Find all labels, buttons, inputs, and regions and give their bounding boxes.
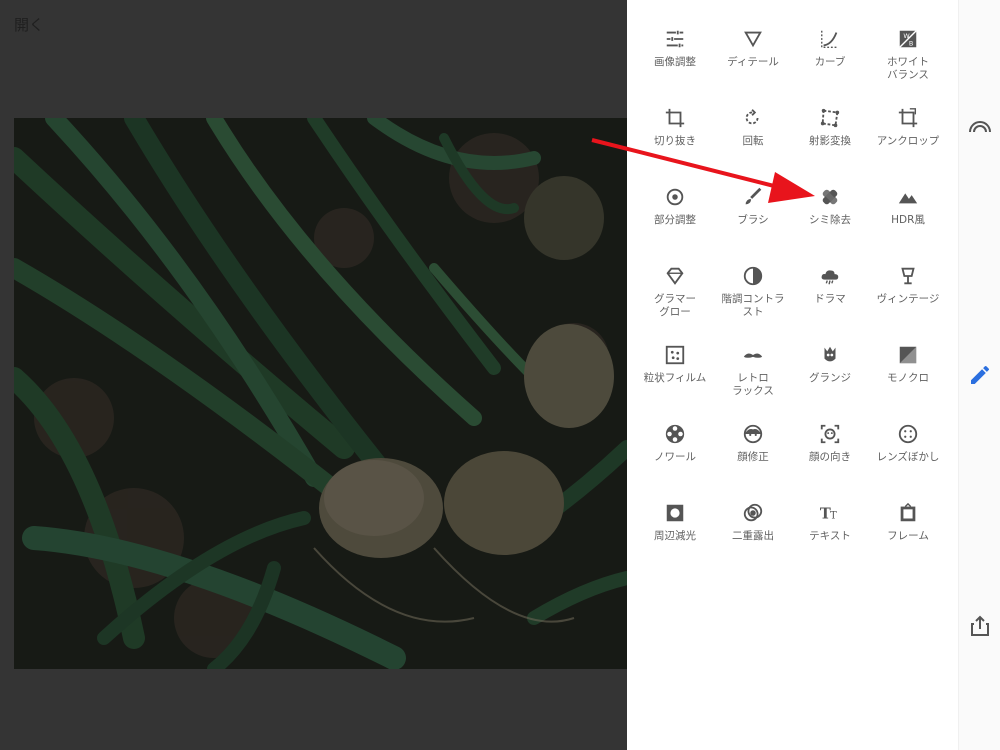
tool-brush[interactable]: ブラシ (713, 186, 793, 227)
open-button[interactable]: 開く (14, 14, 44, 35)
export-button[interactable] (968, 614, 992, 638)
tool-frame[interactable]: フレーム (868, 502, 948, 543)
healing-icon (819, 186, 841, 208)
photo-area: 開く (0, 0, 627, 750)
cloud-icon (819, 265, 841, 287)
tool-lamp[interactable]: ヴィンテージ (868, 265, 948, 306)
rainbow-looks-icon (969, 121, 991, 133)
tool-label: アンクロップ (876, 135, 940, 147)
svg-text:T: T (830, 511, 837, 522)
tool-tune-sliders[interactable]: 画像調整 (635, 28, 715, 69)
selective-icon (664, 186, 686, 208)
tool-text[interactable]: T T テキスト (790, 502, 870, 543)
tools-panel: 画像調整 ディテール カーブ W B ホワイト バランス切り抜き 回転 射影変換 アンクロップ部… (627, 0, 958, 750)
tool-label: 顔修正 (737, 451, 769, 463)
tool-label: ホワイト バランス (887, 56, 929, 81)
tool-film-reel[interactable]: ノワール (635, 423, 715, 464)
lamp-icon (897, 265, 919, 287)
tool-label: ヴィンテージ (876, 293, 940, 305)
diamond-icon (664, 265, 686, 287)
tool-mountain[interactable]: HDR風 (868, 186, 948, 227)
tool-mustache[interactable]: レトロ ラックス (713, 344, 793, 398)
pencil-icon (971, 365, 989, 384)
film-reel-icon (664, 423, 686, 445)
tune-sliders-icon (664, 28, 686, 50)
lens-blur-icon (897, 423, 919, 445)
tool-label: テキスト (809, 530, 851, 542)
expand-icon (897, 107, 919, 129)
mustache-icon (742, 344, 764, 366)
white-balance-icon: WB (897, 28, 919, 50)
tool-label: ドラマ (814, 293, 846, 305)
vignette-icon (664, 502, 686, 524)
tool-label: 粒状フィルム (643, 372, 707, 384)
curve-icon (819, 28, 841, 50)
frame-icon (897, 502, 919, 524)
tool-label: レトロ ラックス (732, 372, 774, 397)
tool-grunge[interactable]: グランジ (790, 344, 870, 385)
tool-label: 階調コントラ スト (721, 293, 785, 318)
tool-label: ノワール (654, 451, 696, 463)
tool-label: レンズぼかし (876, 451, 940, 463)
tool-label: 周辺減光 (654, 530, 696, 542)
crop-icon (664, 107, 686, 129)
monochrome-icon (897, 344, 919, 366)
tool-label: カーブ (814, 56, 846, 68)
tool-label: 部分調整 (654, 214, 696, 226)
tool-expand[interactable]: アンクロップ (868, 107, 948, 148)
tool-face-pose[interactable]: 顔の向き (790, 423, 870, 464)
double-exposure-icon (742, 502, 764, 524)
perspective-icon (819, 107, 841, 129)
brush-icon (742, 186, 764, 208)
tool-face[interactable]: 顔修正 (713, 423, 793, 464)
tool-rotate[interactable]: 回転 (713, 107, 793, 148)
tool-label: 顔の向き (809, 451, 851, 463)
tool-label: 回転 (742, 135, 764, 147)
tool-triangle-detail[interactable]: ディテール (713, 28, 793, 69)
tool-double-exposure[interactable]: 二重露出 (713, 502, 793, 543)
right-rail (958, 0, 1000, 750)
tool-monochrome[interactable]: モノクロ (868, 344, 948, 385)
tool-label: 画像調整 (654, 56, 696, 68)
tool-diamond[interactable]: グラマー グロー (635, 265, 715, 319)
tool-vignette[interactable]: 周辺減光 (635, 502, 715, 543)
tool-selective[interactable]: 部分調整 (635, 186, 715, 227)
tool-label: ディテール (727, 56, 779, 68)
tonal-contrast-icon (742, 265, 764, 287)
grain-icon (664, 344, 686, 366)
tool-crop[interactable]: 切り抜き (635, 107, 715, 148)
rotate-icon (742, 107, 764, 129)
share-icon (971, 615, 989, 636)
looks-tab[interactable] (968, 116, 992, 140)
tool-label: シミ除去 (809, 214, 851, 226)
face-icon (742, 423, 764, 445)
text-icon: TT (819, 502, 841, 524)
tool-label: モノクロ (887, 372, 929, 384)
onion-photo (14, 118, 627, 669)
tool-label: グランジ (809, 372, 851, 384)
tool-label: グラマー グロー (654, 293, 696, 318)
tools-tab[interactable] (968, 363, 992, 387)
tool-label: HDR風 (891, 214, 925, 226)
tool-label: 射影変換 (809, 135, 851, 147)
svg-text:B: B (909, 39, 913, 47)
tool-healing[interactable]: シミ除去 (790, 186, 870, 227)
tool-perspective[interactable]: 射影変換 (790, 107, 870, 148)
mountain-icon (897, 186, 919, 208)
face-pose-icon (819, 423, 841, 445)
grunge-icon (819, 344, 841, 366)
triangle-detail-icon (742, 28, 764, 50)
tool-label: フレーム (887, 530, 929, 542)
tool-curve[interactable]: カーブ (790, 28, 870, 69)
tool-cloud[interactable]: ドラマ (790, 265, 870, 306)
tool-white-balance[interactable]: W B ホワイト バランス (868, 28, 948, 82)
tool-grain[interactable]: 粒状フィルム (635, 344, 715, 385)
tool-tonal-contrast[interactable]: 階調コントラ スト (713, 265, 793, 319)
tool-label: 二重露出 (732, 530, 774, 542)
tool-lens-blur[interactable]: レンズぼかし (868, 423, 948, 464)
tool-label: 切り抜き (654, 135, 696, 147)
tool-label: ブラシ (737, 214, 769, 226)
